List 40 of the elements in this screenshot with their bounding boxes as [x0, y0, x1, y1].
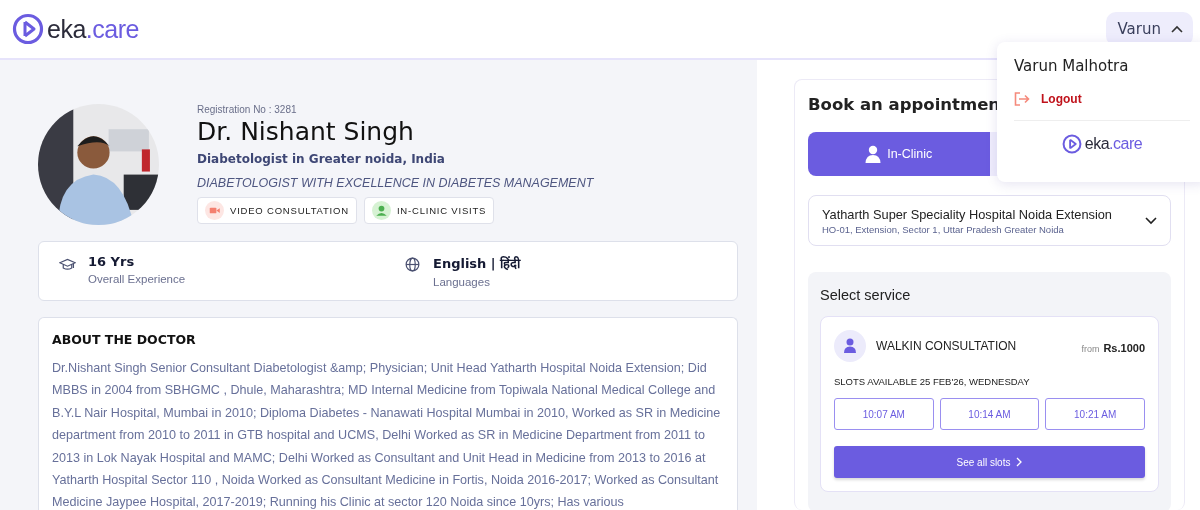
- badge-label: IN-CLINIC VISITS: [396, 205, 487, 216]
- logo-wordmark: eka.care: [1084, 135, 1143, 153]
- price: Rs.1000: [1103, 341, 1145, 354]
- stat-label: Overall Experience: [88, 273, 186, 285]
- stat-value: 16 Yrs: [88, 254, 136, 269]
- stat-value: English | हिंदी: [433, 255, 521, 272]
- globe-icon: [404, 256, 421, 273]
- graduation-cap-icon: [59, 256, 76, 273]
- booking-title: Book an appointmen: [808, 95, 1001, 114]
- registration-number: Registration No : 3281: [197, 104, 298, 115]
- chevron-icon: [1171, 25, 1183, 33]
- doctor-name: Dr. Nishant Singh: [197, 117, 415, 146]
- clinic-select[interactable]: Yatharth Super Speciality Hospital Noida Extension HO-01, Extension, Sector 1, Uttar Pradesh Greater Noida: [808, 195, 1171, 246]
- logo-icon: [1061, 134, 1082, 154]
- about-text: Dr.Nishant Singh Senior Consultant Diabetologist &amp; Physician; Unit Head Yatharth Hospital Noida Extension; Did MBBS in 2004 from SBHGMC , Dhule, Maharashtra; MD Internal Medicine from Topiwala National Medical College and B.Y.L Nair Hospital, Mumbai in 2010; Diploma Diabetes - Nanawati Hospital Mumbai in 2010, Worked as SR in Medicine department from 2010 to 2011 in GTB hospital and UCMS, Delhi Worked as SR in Medicine Department from 2011 to 2013 in Lok Nayak Hospital and MAMC; Delhi Worked as Consultant and Unit Head in Medicine from 2013 to 2016 at Yatharth Hospital Sector 110 , Noida Worked as Consultant Medicine in Fortis, Noida 2016-2017; Worked as Consultant Medicine Jaypee Hospital, 2017-2019; Running his Clinic at sector 120 Noida since 10yrs; Has various: [52, 360, 722, 510]
- price-prefix: from: [1081, 343, 1100, 354]
- doctor-tagline: DIABETOLOGIST WITH EXCELLENCE IN DIABETES MANAGEMENT: [197, 176, 594, 190]
- doctor-icon: [865, 145, 882, 163]
- video-camera-icon: [205, 201, 224, 220]
- doctor-specialty: Diabetologist in Greater noida, India: [197, 152, 446, 166]
- user-full-name: Varun Malhotra: [1014, 57, 1130, 75]
- chevron-right-icon: [1016, 457, 1023, 467]
- chevron-down-icon: [1145, 216, 1157, 225]
- doctor-avatar-icon: [834, 330, 866, 362]
- consultation-tab[interactable]: In-Clinic: [808, 132, 990, 176]
- logo-icon: [12, 13, 44, 45]
- service-name: WALKIN CONSULTATION: [876, 339, 1018, 353]
- person-icon: [371, 201, 391, 220]
- logout-icon: [1014, 92, 1030, 106]
- logout-button[interactable]: Logout: [1014, 92, 1082, 106]
- logo-wordmark: eka.care: [47, 14, 139, 44]
- about-title: ABOUT THE DOCTOR: [52, 332, 197, 347]
- service-title: Select service: [820, 287, 912, 303]
- slots-label: SLOTS AVAILABLE 25 FEB'26, WEDNESDAY: [834, 376, 1031, 387]
- time-slot-button[interactable]: 10:21 AM: [1045, 398, 1145, 430]
- time-slot-button[interactable]: 10:07 AM: [834, 398, 934, 430]
- time-slot-button[interactable]: 10:14 AM: [939, 398, 1040, 430]
- badge-label: VIDEO CONSULTATION: [230, 205, 349, 216]
- stat-label: Languages: [433, 276, 491, 288]
- see-all-slots-button[interactable]: See all slots: [834, 446, 1145, 478]
